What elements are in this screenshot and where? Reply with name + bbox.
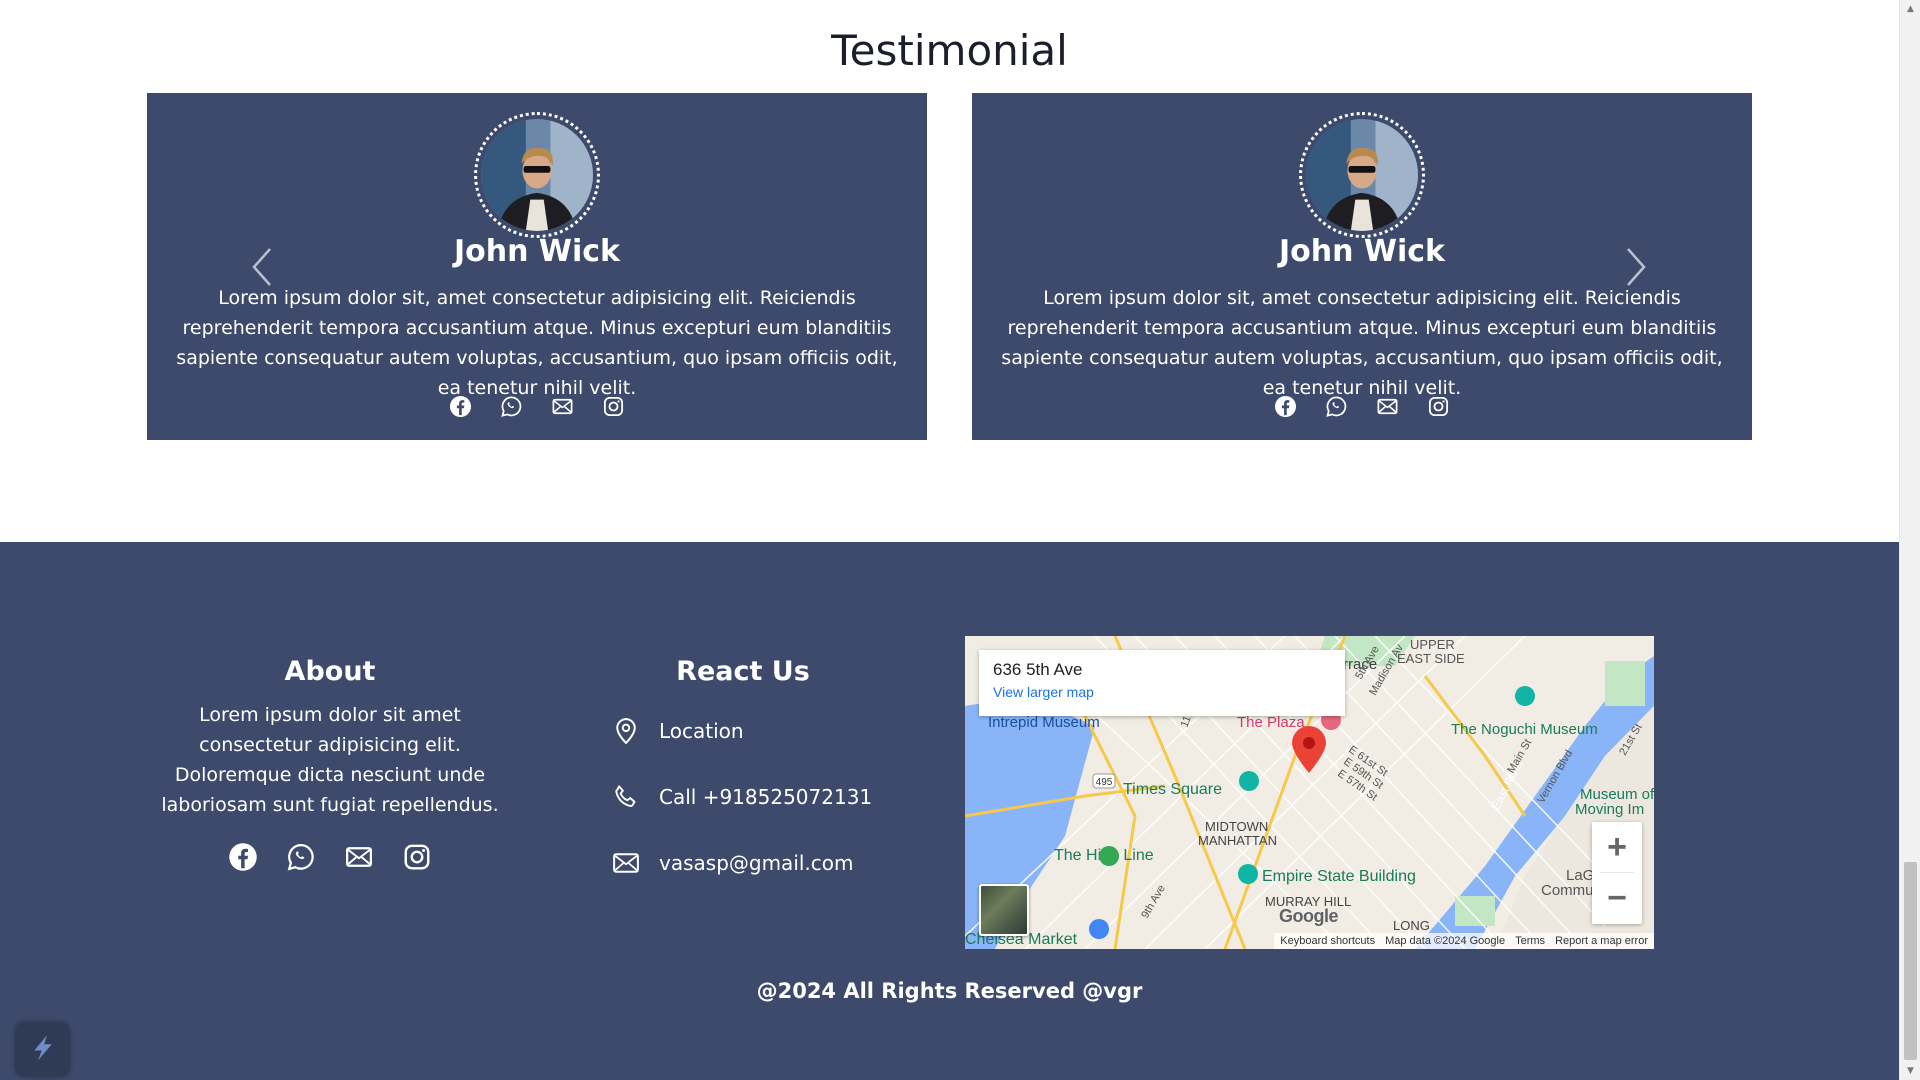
avatar-frame	[474, 112, 600, 238]
view-larger-map-link[interactable]: View larger map	[993, 684, 1331, 700]
contact-location-text: Location	[659, 719, 744, 743]
mail-icon[interactable]	[551, 395, 574, 418]
facebook-icon[interactable]	[228, 842, 258, 872]
map-label-plaza: The Plaza	[1237, 714, 1305, 731]
social-links	[147, 395, 927, 418]
social-links	[972, 395, 1752, 418]
chevron-right-icon[interactable]	[1624, 247, 1648, 287]
footer-social-links	[228, 842, 432, 872]
poi-marker[interactable]	[1238, 864, 1258, 884]
contact-location: Location	[611, 716, 744, 746]
lightning-icon	[28, 1033, 58, 1067]
lightning-widget-button[interactable]	[15, 1022, 70, 1077]
whatsapp-icon[interactable]	[286, 842, 316, 872]
page: Testimonial John Wick Lorem ipsum dolor …	[0, 0, 1899, 1080]
instagram-icon[interactable]	[1427, 395, 1450, 418]
map-label-manhattan: MANHATTAN	[1198, 833, 1277, 848]
whatsapp-icon[interactable]	[1325, 395, 1348, 418]
map-label-upper: UPPER	[1410, 637, 1455, 652]
contact-phone[interactable]: Call +918525072131	[611, 782, 872, 812]
map-label-moving: Moving Im	[1575, 801, 1644, 818]
keyboard-shortcuts-link[interactable]: Keyboard shortcuts	[1280, 935, 1375, 947]
whatsapp-icon[interactable]	[500, 395, 523, 418]
vertical-scrollbar[interactable]: ▲ ▼	[1899, 0, 1920, 1080]
map-label-long: LONG	[1393, 918, 1430, 933]
terms-link[interactable]: Terms	[1515, 935, 1545, 947]
zoom-out-button[interactable]: −	[1592, 873, 1642, 924]
footer: About Lorem ipsum dolor sit amet consect…	[0, 542, 1899, 1080]
about-title: About	[284, 656, 376, 687]
poi-marker[interactable]	[1099, 846, 1119, 866]
satellite-toggle-button[interactable]	[979, 884, 1029, 936]
map-info-card: 636 5th Ave View larger map	[979, 650, 1345, 716]
contact-title: React Us	[676, 656, 810, 687]
map-attribution: Keyboard shortcuts Map data ©2024 Google…	[1274, 933, 1654, 949]
google-map[interactable]: UPPER EAST SIDE rrace The Plaza Intrepid…	[965, 636, 1654, 949]
poi-marker[interactable]	[1239, 771, 1259, 791]
mail-icon	[611, 848, 641, 878]
mail-icon[interactable]	[1376, 395, 1399, 418]
contact-email-text: vasasp@gmail.com	[659, 851, 854, 875]
map-label-intrepid: Intrepid Museum	[988, 714, 1100, 731]
instagram-icon[interactable]	[602, 395, 625, 418]
about-text: Lorem ipsum dolor sit amet consectetur a…	[161, 704, 499, 816]
avatar-frame	[1299, 112, 1425, 238]
copyright: @2024 All Rights Reserved @vgr	[756, 979, 1143, 1003]
avatar	[481, 119, 593, 231]
testimonial-text: Lorem ipsum dolor sit, amet consectetur …	[176, 287, 898, 399]
instagram-icon[interactable]	[402, 842, 432, 872]
contact-email[interactable]: vasasp@gmail.com	[611, 848, 854, 878]
poi-marker[interactable]	[1089, 919, 1109, 939]
section-title: Testimonial	[831, 26, 1068, 75]
phone-icon	[611, 782, 641, 812]
zoom-divider	[1600, 872, 1634, 873]
map-label-noguchi: The Noguchi Museum	[1451, 721, 1598, 738]
map-label-times-square: Times Square	[1123, 781, 1222, 798]
map-label-midtown: MIDTOWN	[1205, 819, 1268, 834]
zoom-in-button[interactable]: +	[1592, 822, 1642, 873]
map-address: 636 5th Ave	[993, 660, 1083, 679]
google-logo: Google	[1279, 906, 1339, 926]
poi-marker[interactable]	[1515, 686, 1535, 706]
mail-icon[interactable]	[344, 842, 374, 872]
zoom-controls: + −	[1592, 822, 1642, 924]
map-label-i495: 495	[1096, 777, 1113, 788]
avatar	[1306, 119, 1418, 231]
contact-phone-text: Call +918525072131	[659, 785, 873, 809]
scroll-thumb[interactable]	[1904, 862, 1917, 1060]
map-label-empire: Empire State Building	[1262, 868, 1416, 885]
chevron-left-icon[interactable]	[250, 247, 274, 287]
map-label-east-side: EAST SIDE	[1397, 651, 1465, 666]
map-data-text: Map data ©2024 Google	[1385, 935, 1506, 947]
facebook-icon[interactable]	[1274, 395, 1297, 418]
scroll-up-icon[interactable]: ▲	[1900, 0, 1920, 18]
scroll-down-icon[interactable]: ▼	[1900, 1062, 1920, 1080]
facebook-icon[interactable]	[449, 395, 472, 418]
report-error-link[interactable]: Report a map error	[1555, 935, 1648, 947]
location-pin-icon	[611, 716, 641, 746]
testimonial-text: Lorem ipsum dolor sit, amet consectetur …	[1001, 287, 1723, 399]
